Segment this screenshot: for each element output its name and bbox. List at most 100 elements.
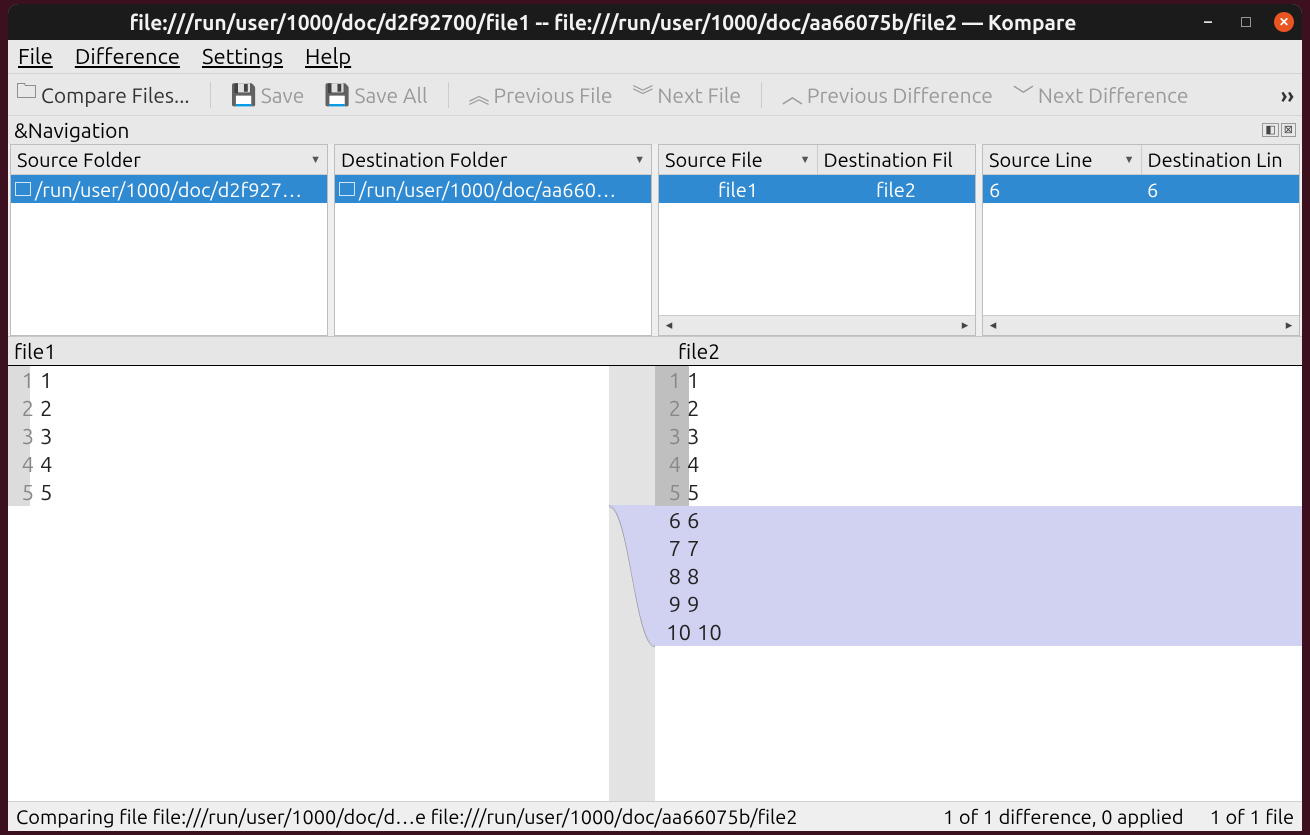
line-number: 10	[655, 620, 695, 645]
menu-settings[interactable]: Settings	[202, 44, 283, 69]
maximize-button[interactable]: □	[1236, 12, 1256, 32]
destination-file-header[interactable]: Destination Fil	[818, 145, 976, 174]
diff-line[interactable]: 11	[8, 366, 655, 394]
dock-undock-icon[interactable]: ◧	[1262, 123, 1278, 137]
line-number: 9	[655, 592, 685, 617]
diff-line[interactable]: 33	[8, 422, 655, 450]
destination-folder-header[interactable]: Destination Folder ▼	[335, 145, 651, 174]
diff-line[interactable]: 99	[655, 590, 1302, 618]
line-text: 5	[685, 480, 699, 505]
save-button[interactable]: 💾 Save	[231, 82, 305, 108]
source-line-header[interactable]: Source Line ▼	[983, 145, 1142, 174]
line-number: 3	[8, 424, 38, 449]
navigation-panels: Source Folder ▼ /run/user/1000/doc/d2f92…	[8, 144, 1302, 336]
diff-line[interactable]: 55	[8, 478, 655, 506]
diff-line[interactable]: 88	[655, 562, 1302, 590]
diff-line[interactable]: 44	[8, 450, 655, 478]
diff-view: 1122334455 1122334455667788991010	[8, 366, 1302, 801]
menubar: File Difference Settings Help	[8, 40, 1302, 74]
up-icon: ︿	[782, 80, 803, 110]
line-row[interactable]: 6 6	[983, 175, 1299, 203]
line-number: 4	[8, 452, 38, 477]
line-number: 3	[655, 424, 685, 449]
next-file-button[interactable]: ︾ Next File	[632, 80, 741, 110]
diff-line[interactable]: 55	[655, 478, 1302, 506]
line-number: 2	[655, 396, 685, 421]
diff-line[interactable]: 33	[655, 422, 1302, 450]
sort-indicator-icon: ▼	[310, 154, 321, 166]
folder-open-icon: 🗀	[16, 77, 37, 112]
double-down-icon: ︾	[632, 80, 653, 110]
main-window: file:///run/user/1000/doc/d2f92700/file1…	[8, 4, 1302, 831]
toolbar-separator	[210, 82, 211, 108]
diff-right-pane[interactable]: 1122334455667788991010	[655, 366, 1302, 801]
minimize-button[interactable]: –	[1198, 12, 1218, 32]
line-number: 5	[655, 480, 685, 505]
scroll-left-icon[interactable]: ◂	[659, 318, 679, 333]
destination-folder-item[interactable]: /run/user/1000/doc/aa660…	[335, 175, 651, 203]
toolbar: 🗀 Compare Files... 💾 Save 💾 Save All ︽ P…	[8, 74, 1302, 116]
save-icon: 💾	[231, 82, 257, 108]
line-text: 1	[38, 368, 52, 393]
source-folder-header[interactable]: Source Folder ▼	[11, 145, 327, 174]
diff-connector-icon	[609, 505, 655, 647]
double-up-icon: ︽	[469, 80, 490, 110]
lines-hscrollbar[interactable]: ◂ ▸	[983, 315, 1299, 335]
line-text: 2	[685, 396, 699, 421]
navigation-header: &Navigation ◧ ⊠	[8, 116, 1302, 144]
status-files: 1 of 1 file	[1210, 805, 1294, 828]
diff-line[interactable]: 22	[8, 394, 655, 422]
compare-files-button[interactable]: 🗀 Compare Files...	[16, 77, 190, 112]
close-panel-icon[interactable]: ⊠	[1281, 123, 1296, 137]
line-text: 9	[685, 592, 699, 617]
diff-line[interactable]: 66	[655, 506, 1302, 534]
save-all-button[interactable]: 💾 Save All	[324, 82, 427, 108]
lines-panel: Source Line ▼ Destination Lin 6 6 ◂ ▸	[982, 144, 1300, 336]
line-text: 1	[685, 368, 699, 393]
files-hscrollbar[interactable]: ◂ ▸	[659, 315, 975, 335]
menu-help[interactable]: Help	[305, 44, 351, 69]
source-folder-item[interactable]: /run/user/1000/doc/d2f927…	[11, 175, 327, 203]
diff-line[interactable]: 22	[655, 394, 1302, 422]
toolbar-overflow-button[interactable]: ››	[1281, 83, 1294, 107]
diff-line[interactable]: 1010	[655, 618, 1302, 646]
source-folder-panel: Source Folder ▼ /run/user/1000/doc/d2f92…	[10, 144, 328, 336]
next-difference-button[interactable]: ﹀ Next Difference	[1013, 80, 1189, 110]
diff-line[interactable]: 44	[655, 450, 1302, 478]
status-comparing: Comparing file file:///run/user/1000/doc…	[16, 805, 917, 828]
menu-difference[interactable]: Difference	[75, 44, 180, 69]
diff-line[interactable]: 11	[655, 366, 1302, 394]
folder-icon	[339, 182, 355, 196]
scroll-left-icon[interactable]: ◂	[983, 318, 1003, 333]
diff-left-pane[interactable]: 1122334455	[8, 366, 655, 801]
line-text: 2	[38, 396, 52, 421]
line-number: 1	[8, 368, 38, 393]
toolbar-separator	[761, 82, 762, 108]
save-all-icon: 💾	[324, 82, 350, 108]
previous-difference-button[interactable]: ︿ Previous Difference	[782, 80, 993, 110]
destination-line-header[interactable]: Destination Lin	[1142, 145, 1300, 174]
close-button[interactable]: ✕	[1274, 12, 1294, 32]
menu-file[interactable]: File	[18, 44, 53, 69]
sort-indicator-icon: ▼	[800, 154, 811, 166]
right-lines: 1122334455667788991010	[655, 366, 1302, 646]
scroll-right-icon[interactable]: ▸	[1279, 318, 1299, 333]
titlebar[interactable]: file:///run/user/1000/doc/d2f92700/file1…	[8, 4, 1302, 40]
line-text: 6	[685, 508, 699, 533]
left-lines: 1122334455	[8, 366, 655, 506]
line-text: 4	[38, 452, 52, 477]
source-file-header[interactable]: Source File ▼	[659, 145, 818, 174]
diff-line[interactable]: 77	[655, 534, 1302, 562]
sort-indicator-icon: ▼	[634, 154, 645, 166]
line-text: 4	[685, 452, 699, 477]
diff-header: file1 file2	[8, 336, 1302, 366]
line-text: 7	[685, 536, 699, 561]
line-text: 3	[38, 424, 52, 449]
folder-icon	[15, 182, 31, 196]
scroll-right-icon[interactable]: ▸	[955, 318, 975, 333]
previous-file-button[interactable]: ︽ Previous File	[469, 80, 613, 110]
file-row[interactable]: file1 file2	[659, 175, 975, 203]
line-text: 3	[685, 424, 699, 449]
right-file-label: file2	[638, 337, 1302, 365]
sort-indicator-icon: ▼	[1124, 154, 1135, 166]
